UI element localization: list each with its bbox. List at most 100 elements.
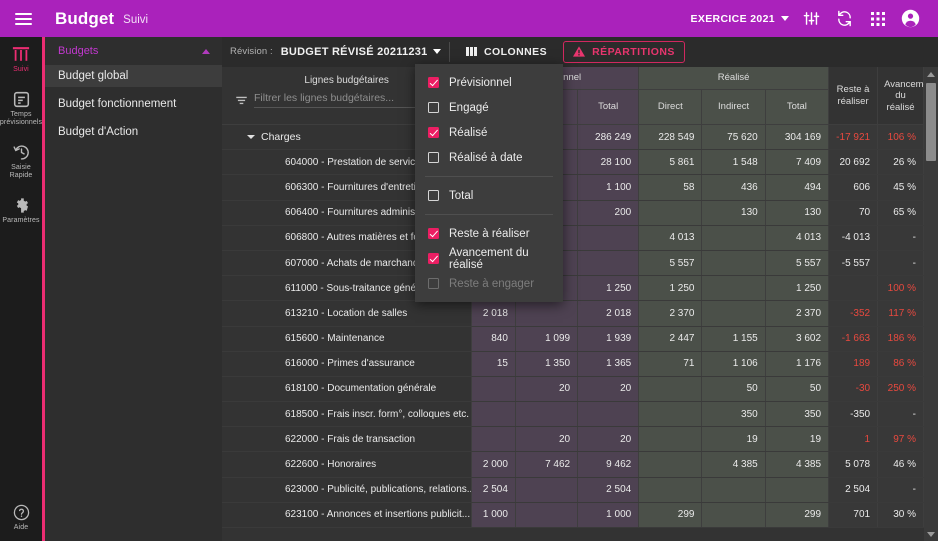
cell-prev-total[interactable] [577,250,640,277]
cell-reste-a-realiser[interactable]: 70 [828,200,879,226]
cell-prev-2[interactable]: 20 [515,376,579,403]
cell-real-total[interactable]: 5 557 [765,250,830,277]
cell-prev-2[interactable]: 7 462 [515,451,579,478]
row-label-cell[interactable]: 615600 - Maintenance [222,326,473,352]
cell-reste-a-realiser[interactable]: -352 [828,300,879,327]
checkbox-icon[interactable] [428,190,439,201]
cell-real-total[interactable]: 130 [765,200,830,226]
cell-reste-a-realiser[interactable]: 5 078 [828,451,879,478]
rail-item-parametres[interactable]: Paramètres [0,188,42,233]
cell-prev-2[interactable] [515,300,579,327]
row-label-cell[interactable]: 622600 - Honoraires [222,451,473,478]
cell-prev-total[interactable]: 286 249 [577,124,640,151]
checkbox-icon[interactable] [428,102,439,113]
cell-reste-a-realiser[interactable]: -1 663 [828,326,879,352]
cell-real-indirect[interactable] [701,275,766,302]
cell-reste-a-realiser[interactable]: -4 013 [828,225,879,251]
table-row[interactable]: 623100 - Annonces et insertions publicit… [222,502,924,529]
row-label-cell[interactable]: 622000 - Frais de transaction [222,426,473,453]
cell-avancement-du-realise[interactable]: - [877,225,924,251]
cell-prev-total[interactable]: 20 [577,426,640,453]
repartitions-button[interactable]: RÉPARTITIONS [563,40,685,63]
cell-real-direct[interactable]: 71 [638,351,703,377]
table-row[interactable]: 622600 - Honoraires 2 000 7 462 9 462 4 385 4… [222,451,924,478]
cell-prev-1[interactable] [471,376,516,403]
row-label-cell[interactable]: 618100 - Documentation générale [222,376,473,403]
cell-prev-total[interactable]: 1 100 [577,174,640,201]
cell-reste-a-realiser[interactable]: 189 [828,351,879,377]
cell-real-total[interactable]: 350 [765,401,830,428]
vertical-scrollbar[interactable] [924,67,938,541]
cell-real-indirect[interactable]: 350 [701,401,766,428]
checkbox-icon[interactable] [428,152,439,163]
cell-avancement-du-realise[interactable]: 86 % [877,351,924,377]
cell-real-direct[interactable]: 2 370 [638,300,703,327]
cell-real-indirect[interactable]: 1 155 [701,326,766,352]
cell-real-indirect[interactable]: 19 [701,426,766,453]
cell-prev-total[interactable]: 20 [577,376,640,403]
cell-avancement-du-realise[interactable]: 186 % [877,326,924,352]
cell-real-total[interactable]: 1 176 [765,351,830,377]
cell-prev-total[interactable] [577,225,640,251]
cell-real-direct[interactable]: 5 557 [638,250,703,277]
cell-avancement-du-realise[interactable]: 97 % [877,426,924,453]
rail-item-aide[interactable]: Aide [0,495,42,541]
cell-avancement-du-realise[interactable]: 30 % [877,502,924,529]
cell-prev-2[interactable] [515,477,579,503]
cell-real-direct[interactable] [638,477,703,503]
cell-reste-a-realiser[interactable] [828,275,879,302]
cell-real-direct[interactable] [638,451,703,478]
cell-prev-total[interactable]: 1 250 [577,275,640,302]
cell-real-total[interactable]: 494 [765,174,830,201]
cell-real-indirect[interactable]: 130 [701,200,766,226]
chevron-down-icon[interactable] [247,135,255,140]
cell-prev-1[interactable]: 2 018 [471,300,516,327]
cell-real-direct[interactable] [638,426,703,453]
cell-prev-total[interactable]: 2 504 [577,477,640,503]
cell-real-direct[interactable] [638,200,703,226]
cell-reste-a-realiser[interactable]: 701 [828,502,879,529]
checkbox-icon[interactable] [428,77,439,88]
checkbox-icon[interactable] [428,127,439,138]
checkbox-icon[interactable] [428,253,439,264]
budgets-section-header[interactable]: Budgets [45,37,222,65]
cell-prev-total[interactable]: 1 365 [577,351,640,377]
cell-real-direct[interactable]: 2 447 [638,326,703,352]
table-row[interactable]: 607000 - Achats de marchandises 5 557 5 55… [222,250,924,277]
cell-real-indirect[interactable] [701,300,766,327]
cell-avancement-du-realise[interactable]: 46 % [877,451,924,478]
table-row[interactable]: 613210 - Location de salles 2 018 2 018 2 3… [222,300,924,327]
table-row[interactable]: 606800 - Autres matières et fourni... 4 0… [222,225,924,251]
scrollbar-thumb[interactable] [926,83,936,161]
row-label-cell[interactable]: 623000 - Publicité, publications, relati… [222,477,473,503]
cell-reste-a-realiser[interactable]: 606 [828,174,879,201]
table-row[interactable]: 611000 - Sous-traitance générale 1 250 1 2… [222,275,924,302]
cell-reste-a-realiser[interactable]: 20 692 [828,149,879,176]
cell-real-direct[interactable]: 1 250 [638,275,703,302]
cell-prev-1[interactable] [471,401,516,428]
sidebar-item-budget-action[interactable]: Budget d'Action [45,121,222,143]
cell-real-indirect[interactable]: 4 385 [701,451,766,478]
cell-real-indirect[interactable]: 75 620 [701,124,766,151]
cell-prev-1[interactable]: 2 000 [471,451,516,478]
cell-avancement-du-realise[interactable]: 26 % [877,149,924,176]
cell-real-indirect[interactable]: 1 548 [701,149,766,176]
cell-real-indirect[interactable] [701,250,766,277]
cell-real-total[interactable]: 4 385 [765,451,830,478]
cell-real-total[interactable]: 3 602 [765,326,830,352]
cell-prev-1[interactable]: 15 [471,351,516,377]
cell-real-total[interactable]: 2 370 [765,300,830,327]
sidebar-item-budget-fonctionnement[interactable]: Budget fonctionnement [45,93,222,115]
cell-prev-1[interactable]: 1 000 [471,502,516,529]
cell-prev-total[interactable]: 28 100 [577,149,640,176]
cell-real-total[interactable]: 1 250 [765,275,830,302]
cell-prev-1[interactable]: 840 [471,326,516,352]
account-circle-icon[interactable] [894,0,927,37]
table-row[interactable]: 615600 - Maintenance 840 1 099 1 939 2 447 1 … [222,326,924,352]
cell-real-direct[interactable]: 4 013 [638,225,703,251]
cell-reste-a-realiser[interactable]: 2 504 [828,477,879,503]
cell-real-direct[interactable]: 58 [638,174,703,201]
cell-prev-1[interactable] [471,426,516,453]
menu-item-engag[interactable]: Engagé [415,95,563,120]
cell-prev-2[interactable]: 1 350 [515,351,579,377]
